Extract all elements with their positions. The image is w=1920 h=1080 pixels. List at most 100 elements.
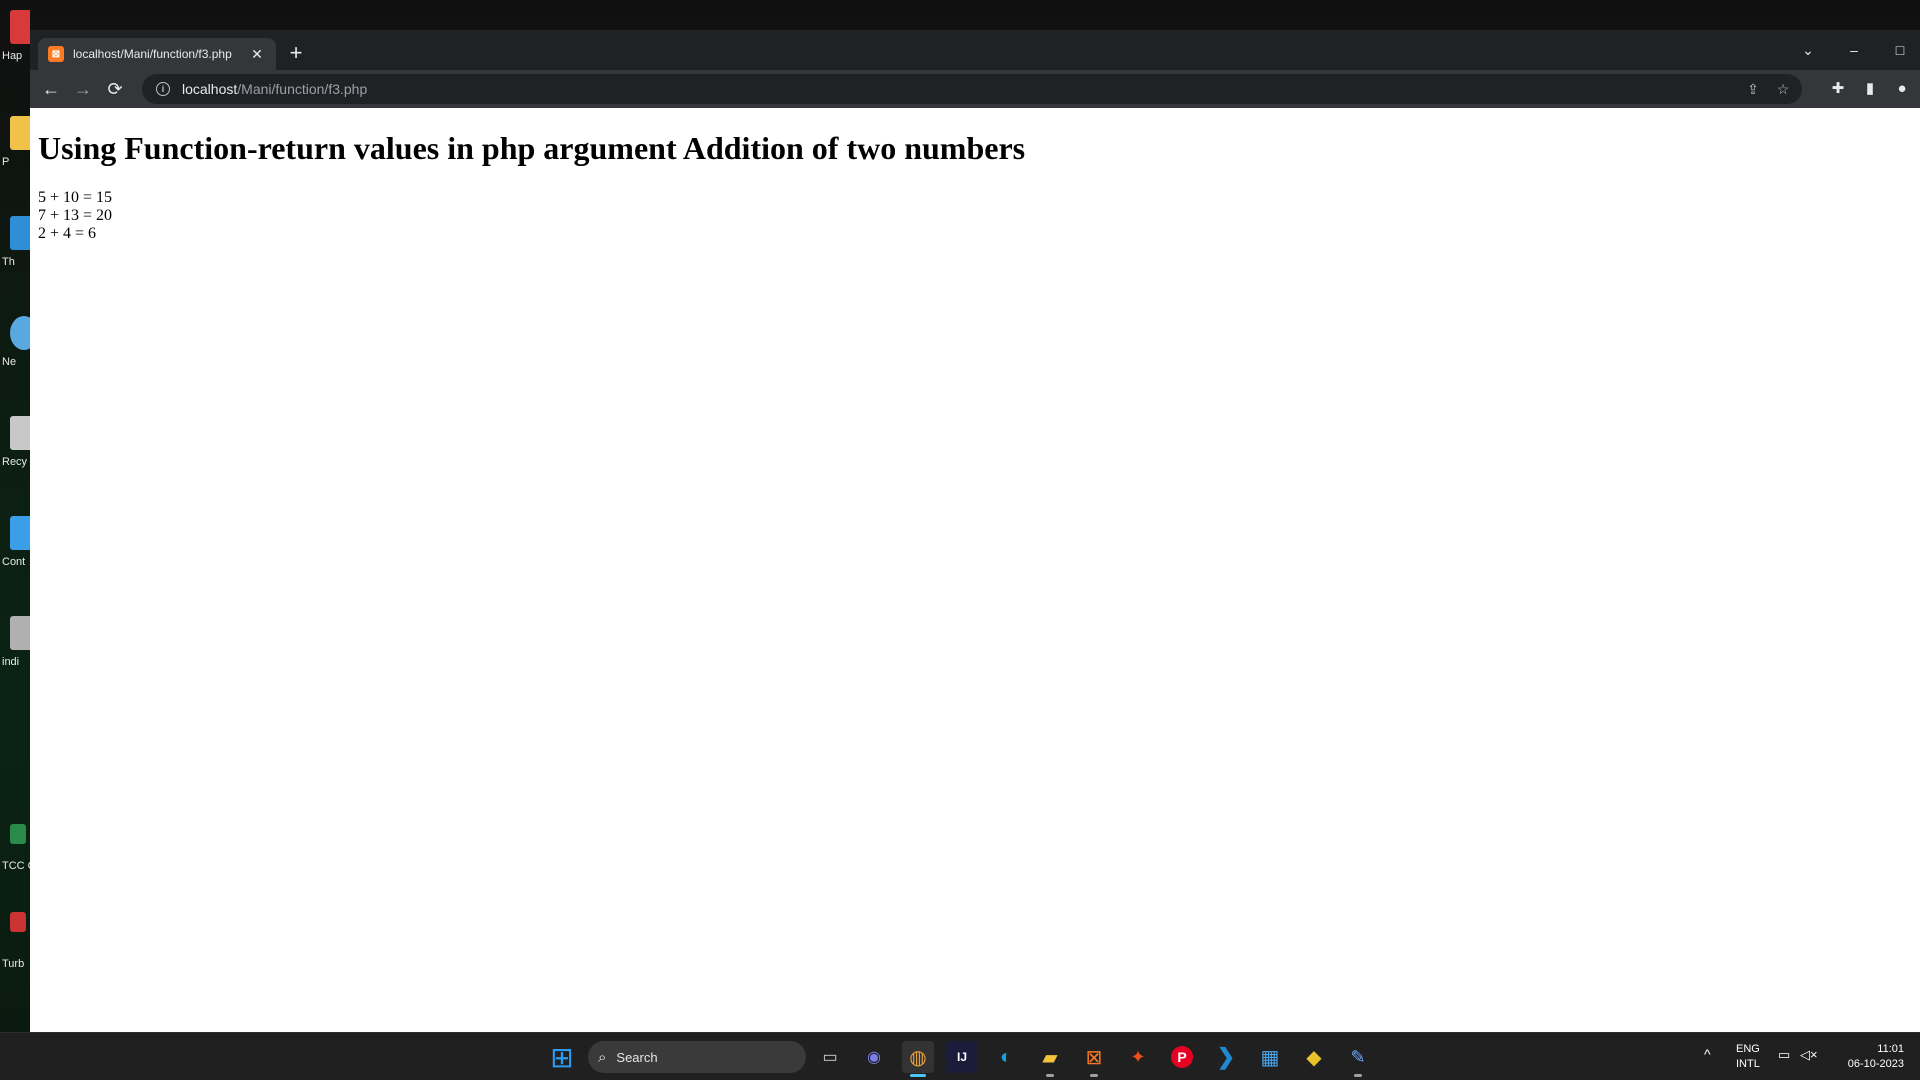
taskbar-file-explorer[interactable]: ▰	[1034, 1041, 1066, 1077]
pinterest-icon: P	[1171, 1046, 1193, 1068]
taskbar-notepad[interactable]: ✎	[1342, 1041, 1374, 1077]
notepad-icon: ✎	[1350, 1046, 1366, 1067]
taskbar-task-view[interactable]: ▭	[814, 1041, 846, 1073]
desktop-icon-control-panel[interactable]: Cont	[0, 512, 30, 592]
desktop-icon-label: P	[2, 156, 10, 168]
profile-icon[interactable]: ●	[1892, 79, 1912, 99]
taskbar-vscode[interactable]: ❯	[1210, 1041, 1242, 1073]
taskbar-store[interactable]: ▦	[1254, 1041, 1286, 1073]
taskbar-figma[interactable]: ✦	[1122, 1041, 1154, 1073]
minimize-button[interactable]: –	[1834, 38, 1874, 62]
edge-icon: ◐	[999, 1045, 1013, 1068]
tab-active[interactable]: ⊠ localhost/Mani/function/f3.php ✕	[38, 38, 276, 70]
network-icon[interactable]: ▭	[1778, 1047, 1790, 1062]
site-info-icon[interactable]: i	[156, 82, 170, 96]
start-button[interactable]: ⊞	[546, 1041, 578, 1073]
reload-button[interactable]: ⟳	[102, 76, 128, 102]
intellij-icon: IJ	[956, 1050, 967, 1064]
address-bar[interactable]: i localhost/Mani/function/f3.php ⇪ ☆	[142, 74, 1802, 104]
shortcut-icon	[10, 824, 26, 844]
git-icon: ◆	[1306, 1046, 1322, 1069]
vscode-icon: ❯	[1216, 1044, 1236, 1069]
folder-icon	[10, 116, 30, 150]
taskbar-pinterest[interactable]: P	[1166, 1041, 1198, 1073]
page-content: Using Function-return values in php argu…	[30, 108, 1920, 1032]
clock-date: 06-10-2023	[1847, 1058, 1904, 1070]
desktop-icon-label: Recy	[2, 456, 28, 468]
desktop-icon-tcc[interactable]: TCC Ce	[0, 820, 30, 890]
result-line-2: 7 + 13 = 20	[38, 207, 113, 224]
control-panel-icon	[10, 516, 30, 550]
volume-muted-icon[interactable]: ◁×	[1800, 1047, 1818, 1062]
folder-icon: ▰	[1042, 1046, 1058, 1069]
shortcut-icon	[10, 912, 26, 932]
tab-title: localhost/Mani/function/f3.php	[73, 47, 232, 61]
desktop-icon-label: indi	[2, 656, 20, 668]
search-label: Search	[616, 1049, 658, 1065]
desktop-icon-label: Turb	[2, 958, 25, 970]
bookmark-star-icon[interactable]: ☆	[1774, 80, 1792, 98]
active-indicator	[910, 1074, 926, 1077]
browser-window: ⊠ localhost/Mani/function/f3.php ✕ + ⌄ –…	[30, 30, 1920, 1032]
back-button[interactable]: ←	[38, 76, 64, 102]
desktop-icon-th[interactable]: Th	[0, 212, 30, 292]
app-icon	[10, 616, 30, 650]
page-heading: Using Function-return values in php argu…	[38, 130, 1026, 166]
store-icon: ▦	[1260, 1046, 1280, 1069]
result-line-1: 5 + 10 = 15	[38, 189, 113, 206]
url-path: /Mani/function/f3.php	[237, 81, 368, 97]
desktop-icon-recycle-bin[interactable]: Recy	[0, 412, 30, 492]
windows-logo-icon: ⊞	[550, 1041, 574, 1073]
xampp-icon: ⊠	[48, 46, 64, 62]
keyboard-layout: INTL	[1736, 1058, 1760, 1070]
task-view-icon: ▭	[822, 1049, 838, 1066]
app-icon	[10, 216, 30, 250]
result-line-3: 2 + 4 = 6	[38, 225, 97, 242]
taskbar-git[interactable]: ◆	[1298, 1041, 1330, 1073]
desktop-icon-p[interactable]: P	[0, 112, 30, 192]
desktop-icon-label: Ne	[2, 356, 17, 368]
search-icon: ⌕	[598, 1048, 607, 1066]
close-tab-icon[interactable]: ✕	[248, 46, 266, 63]
network-icon	[10, 316, 30, 350]
teams-icon: ◉	[867, 1049, 881, 1066]
language-code: ENG	[1736, 1043, 1760, 1055]
language-indicator[interactable]: ENG INTL	[1736, 1042, 1760, 1072]
forward-button[interactable]: →	[70, 76, 96, 102]
new-tab-button[interactable]: +	[284, 42, 308, 66]
desktop-icon-label: TCC Ce	[2, 860, 30, 872]
desktop-icon-turbo[interactable]: Turb	[0, 908, 30, 978]
tab-search-button[interactable]: ⌄	[1788, 38, 1828, 62]
running-indicator	[1354, 1074, 1362, 1077]
maximize-button[interactable]: □	[1880, 38, 1920, 62]
taskbar-teams[interactable]: ◉	[858, 1041, 890, 1073]
tab-strip: ⊠ localhost/Mani/function/f3.php ✕ + ⌄ –…	[30, 30, 1920, 70]
recycle-bin-icon	[10, 416, 30, 450]
taskbar-search[interactable]: ⌕ Search	[588, 1041, 806, 1073]
tray-overflow-icon[interactable]: ^	[1704, 1047, 1711, 1062]
desktop-icon-label: Cont	[2, 556, 26, 568]
share-icon[interactable]: ⇪	[1744, 80, 1762, 98]
browser-toolbar: ← → ⟳ i localhost/Mani/function/f3.php ⇪…	[30, 70, 1920, 108]
desktop-icon-hap[interactable]: Hap	[0, 6, 30, 86]
taskbar-chrome[interactable]: ◍	[902, 1041, 934, 1077]
side-panel-icon[interactable]: ▮	[1860, 79, 1880, 99]
taskbar-edge[interactable]: ◐	[990, 1041, 1022, 1073]
clock-time: 11:01	[1877, 1043, 1904, 1055]
running-indicator	[1046, 1074, 1054, 1077]
taskbar-intellij[interactable]: IJ	[946, 1041, 978, 1073]
desktop-icon-indi[interactable]: indi	[0, 612, 30, 692]
desktop-icon-label: Hap	[2, 50, 23, 62]
running-indicator	[1090, 1074, 1098, 1077]
clock[interactable]: 11:01 06-10-2023	[1836, 1042, 1904, 1072]
xampp-icon: ⊠	[1085, 1046, 1103, 1069]
taskbar: ⊞ ⌕ Search ▭ ◉ ◍ IJ ◐ ▰ ⊠ ✦ P ❯ ▦ ◆ ✎ ^ …	[0, 1032, 1920, 1080]
desktop-icon-label: Th	[2, 256, 15, 268]
taskbar-xampp[interactable]: ⊠	[1078, 1041, 1110, 1077]
chrome-icon: ◍	[909, 1046, 927, 1069]
extensions-icon[interactable]: ✚	[1828, 79, 1848, 99]
figma-icon: ✦	[1130, 1046, 1146, 1067]
url-host: localhost	[182, 81, 238, 97]
desktop-icon-network[interactable]: Ne	[0, 312, 30, 392]
document-icon	[10, 10, 30, 44]
